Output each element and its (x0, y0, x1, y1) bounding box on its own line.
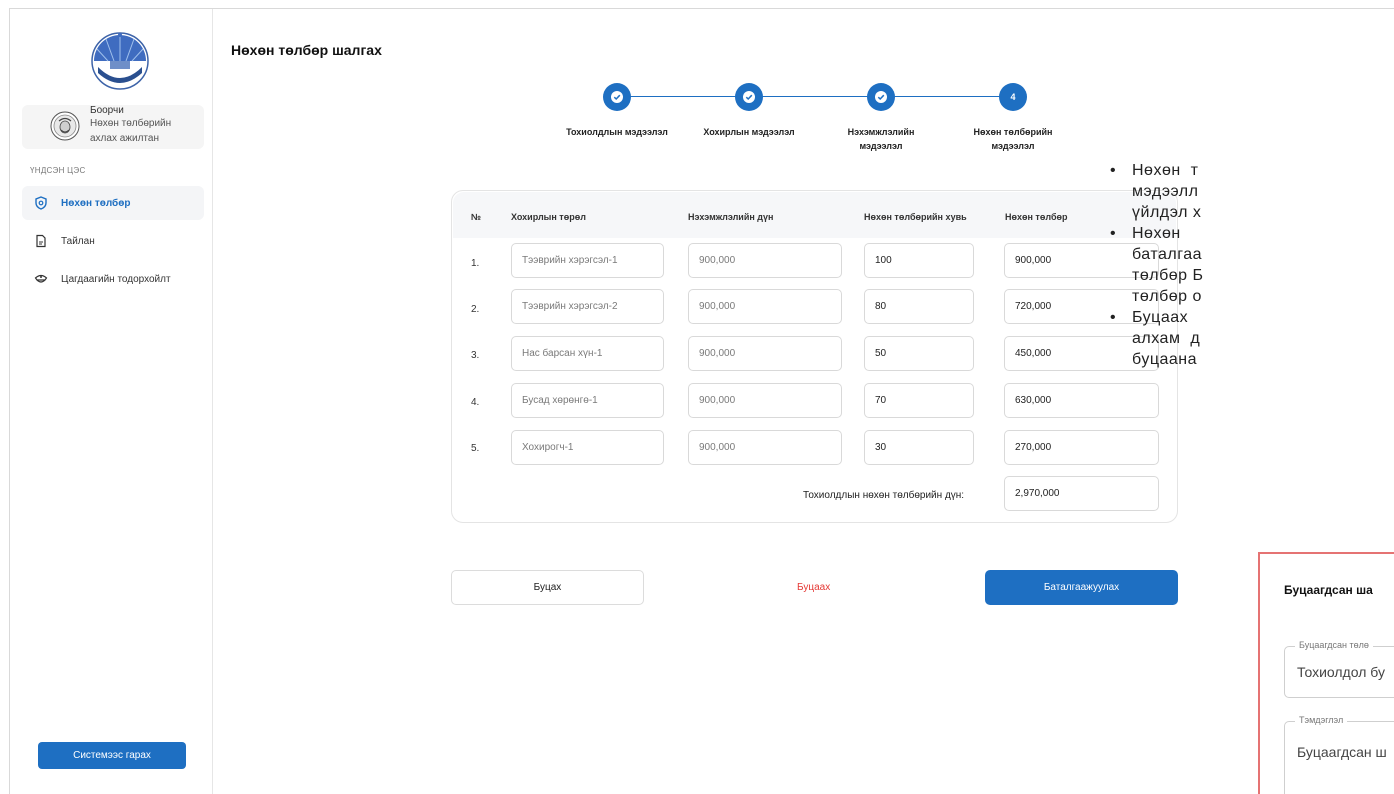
sidebar-item-label: Цагдаагийн тодорхойлт (61, 273, 171, 285)
dialog-title: Буцаагдсан ша (1284, 583, 1373, 597)
police-cap-icon (34, 272, 48, 286)
note-item: • Буцаах алхам д буцаана (1110, 307, 1394, 370)
organization-logo (90, 31, 150, 91)
note-line: төлбөр Б (1132, 267, 1204, 284)
claim-amount-field[interactable]: 900,000 (688, 430, 842, 465)
note-line: Нөхөн т (1132, 162, 1199, 179)
row-number: 1. (471, 258, 480, 269)
step-1-check (603, 83, 631, 111)
percent-input[interactable]: 80 (864, 289, 974, 324)
damage-type-field[interactable]: Нас барсан хүн-1 (511, 336, 664, 371)
sidebar-item-police-report[interactable]: Цагдаагийн тодорхойлт (22, 262, 204, 296)
column-header: № (471, 212, 482, 222)
sidebar-item-report[interactable]: Тайлан (22, 224, 204, 258)
bullet-icon: • (1110, 225, 1116, 242)
returned-dialog: Буцаагдсан ша Буцаагдсан төлө Тохиолдол … (1258, 552, 1394, 794)
check-icon (743, 91, 755, 103)
user-role: Нөхөн төлбөрийн ахлах ажилтан (90, 118, 172, 144)
return-reason-field[interactable]: Буцаагдсан төлө Тохиолдол бу (1284, 640, 1394, 698)
step-1-label: Тохиолдлын мэдээлэл (566, 127, 668, 137)
note-line: алхам д (1132, 330, 1201, 347)
stepper-connector (762, 96, 873, 97)
bullet-icon: • (1110, 162, 1116, 179)
damage-type-field[interactable]: Бусад хөрөнгө-1 (511, 383, 664, 418)
note-item: • Нөхөн т мэдээлл үйлдэл х (1110, 160, 1394, 223)
step-3-label: Нэхэмжлэлийн мэдээлэл (847, 127, 915, 151)
field-value: Буцаагдсан ш (1297, 744, 1387, 760)
percent-input[interactable]: 50 (864, 336, 974, 371)
step-number: 4 (1010, 92, 1016, 102)
column-header: Хохирлын төрөл (511, 212, 586, 222)
note-line: буцаана (1132, 351, 1198, 368)
percent-input[interactable]: 70 (864, 383, 974, 418)
row-number: 3. (471, 350, 480, 361)
column-header: Нөхөн төлбөрийн хувь (864, 212, 967, 222)
sidebar-item-label: Нөхөн төлбөр (61, 197, 131, 209)
stepper-connector (630, 96, 741, 97)
step-2-label: Хохирлын мэдээлэл (703, 127, 795, 137)
document-icon (34, 234, 48, 248)
total-field[interactable]: 2,970,000 (1004, 476, 1159, 511)
percent-input[interactable]: 30 (864, 430, 974, 465)
claim-amount-field[interactable]: 900,000 (688, 336, 842, 371)
note-line: мэдээлл (1132, 183, 1199, 200)
note-item: • Нөхөн баталгаа төлбөр Б төлбөр о (1110, 223, 1394, 307)
sidebar-item-label: Тайлан (61, 235, 95, 247)
back-button[interactable]: Буцах (451, 570, 644, 605)
check-icon (611, 91, 623, 103)
menu-section-label: ҮНДСЭН ЦЭС (30, 166, 86, 175)
return-button[interactable]: Буцаах (797, 582, 830, 593)
note-line: төлбөр о (1132, 288, 1202, 305)
confirm-button[interactable]: Баталгаажуулах (985, 570, 1178, 605)
sidebar-item-compensation[interactable]: Нөхөн төлбөр (22, 186, 204, 220)
percent-input[interactable]: 100 (864, 243, 974, 278)
note-line: баталгаа (1132, 246, 1203, 263)
annotation-notes: • Нөхөн т мэдээлл үйлдэл х • Нөхөн батал… (1110, 160, 1394, 370)
step-4-label: Нөхөн төлбөрийн мэдээлэл (973, 127, 1053, 151)
damage-type-field[interactable]: Хохирогч-1 (511, 430, 664, 465)
claim-amount-field[interactable]: 900,000 (688, 383, 842, 418)
row-number: 2. (471, 304, 480, 315)
row-number: 5. (471, 443, 480, 454)
column-header: Нэхэмжлэлийн дүн (688, 212, 774, 222)
user-name: Боорчи (90, 105, 124, 116)
claim-amount-field[interactable]: 900,000 (688, 289, 842, 324)
note-line: Нөхөн (1132, 225, 1181, 242)
damage-type-field[interactable]: Тээврийн хэрэгсэл-2 (511, 289, 664, 324)
column-header: Нөхөн төлбөр (1005, 212, 1068, 222)
note-line: Буцаах (1132, 309, 1189, 326)
step-3-check (867, 83, 895, 111)
damage-type-field[interactable]: Тээврийн хэрэгсэл-1 (511, 243, 664, 278)
payment-field[interactable]: 630,000 (1004, 383, 1159, 418)
note-textarea[interactable]: Тэмдэглэл Буцаагдсан ш (1284, 715, 1394, 794)
note-line: үйлдэл х (1132, 204, 1202, 221)
shield-icon (34, 196, 48, 210)
field-legend: Тэмдэглэл (1295, 715, 1348, 725)
user-avatar (50, 111, 80, 141)
total-label: Тохиолдлын нөхөн төлбөрийн дүн: (803, 490, 965, 501)
row-number: 4. (471, 397, 480, 408)
logout-button[interactable]: Системээс гарах (38, 742, 186, 769)
bullet-icon: • (1110, 309, 1116, 326)
stepper-connector (894, 96, 1005, 97)
check-icon (875, 91, 887, 103)
step-2-check (735, 83, 763, 111)
user-card: Боорчи Нөхөн төлбөрийн ахлах ажилтан (22, 105, 204, 149)
sidebar: Боорчи Нөхөн төлбөрийн ахлах ажилтан ҮНД… (10, 9, 213, 794)
page-title: Нөхөн төлбөр шалгах (231, 42, 382, 58)
claim-amount-field[interactable]: 900,000 (688, 243, 842, 278)
field-legend: Буцаагдсан төлө (1295, 640, 1373, 650)
step-4-current: 4 (999, 83, 1027, 111)
payment-field[interactable]: 270,000 (1004, 430, 1159, 465)
field-value: Тохиолдол бу (1297, 664, 1385, 680)
compensation-table-card: № Хохирлын төрөл Нэхэмжлэлийн дүн Нөхөн … (451, 190, 1178, 523)
